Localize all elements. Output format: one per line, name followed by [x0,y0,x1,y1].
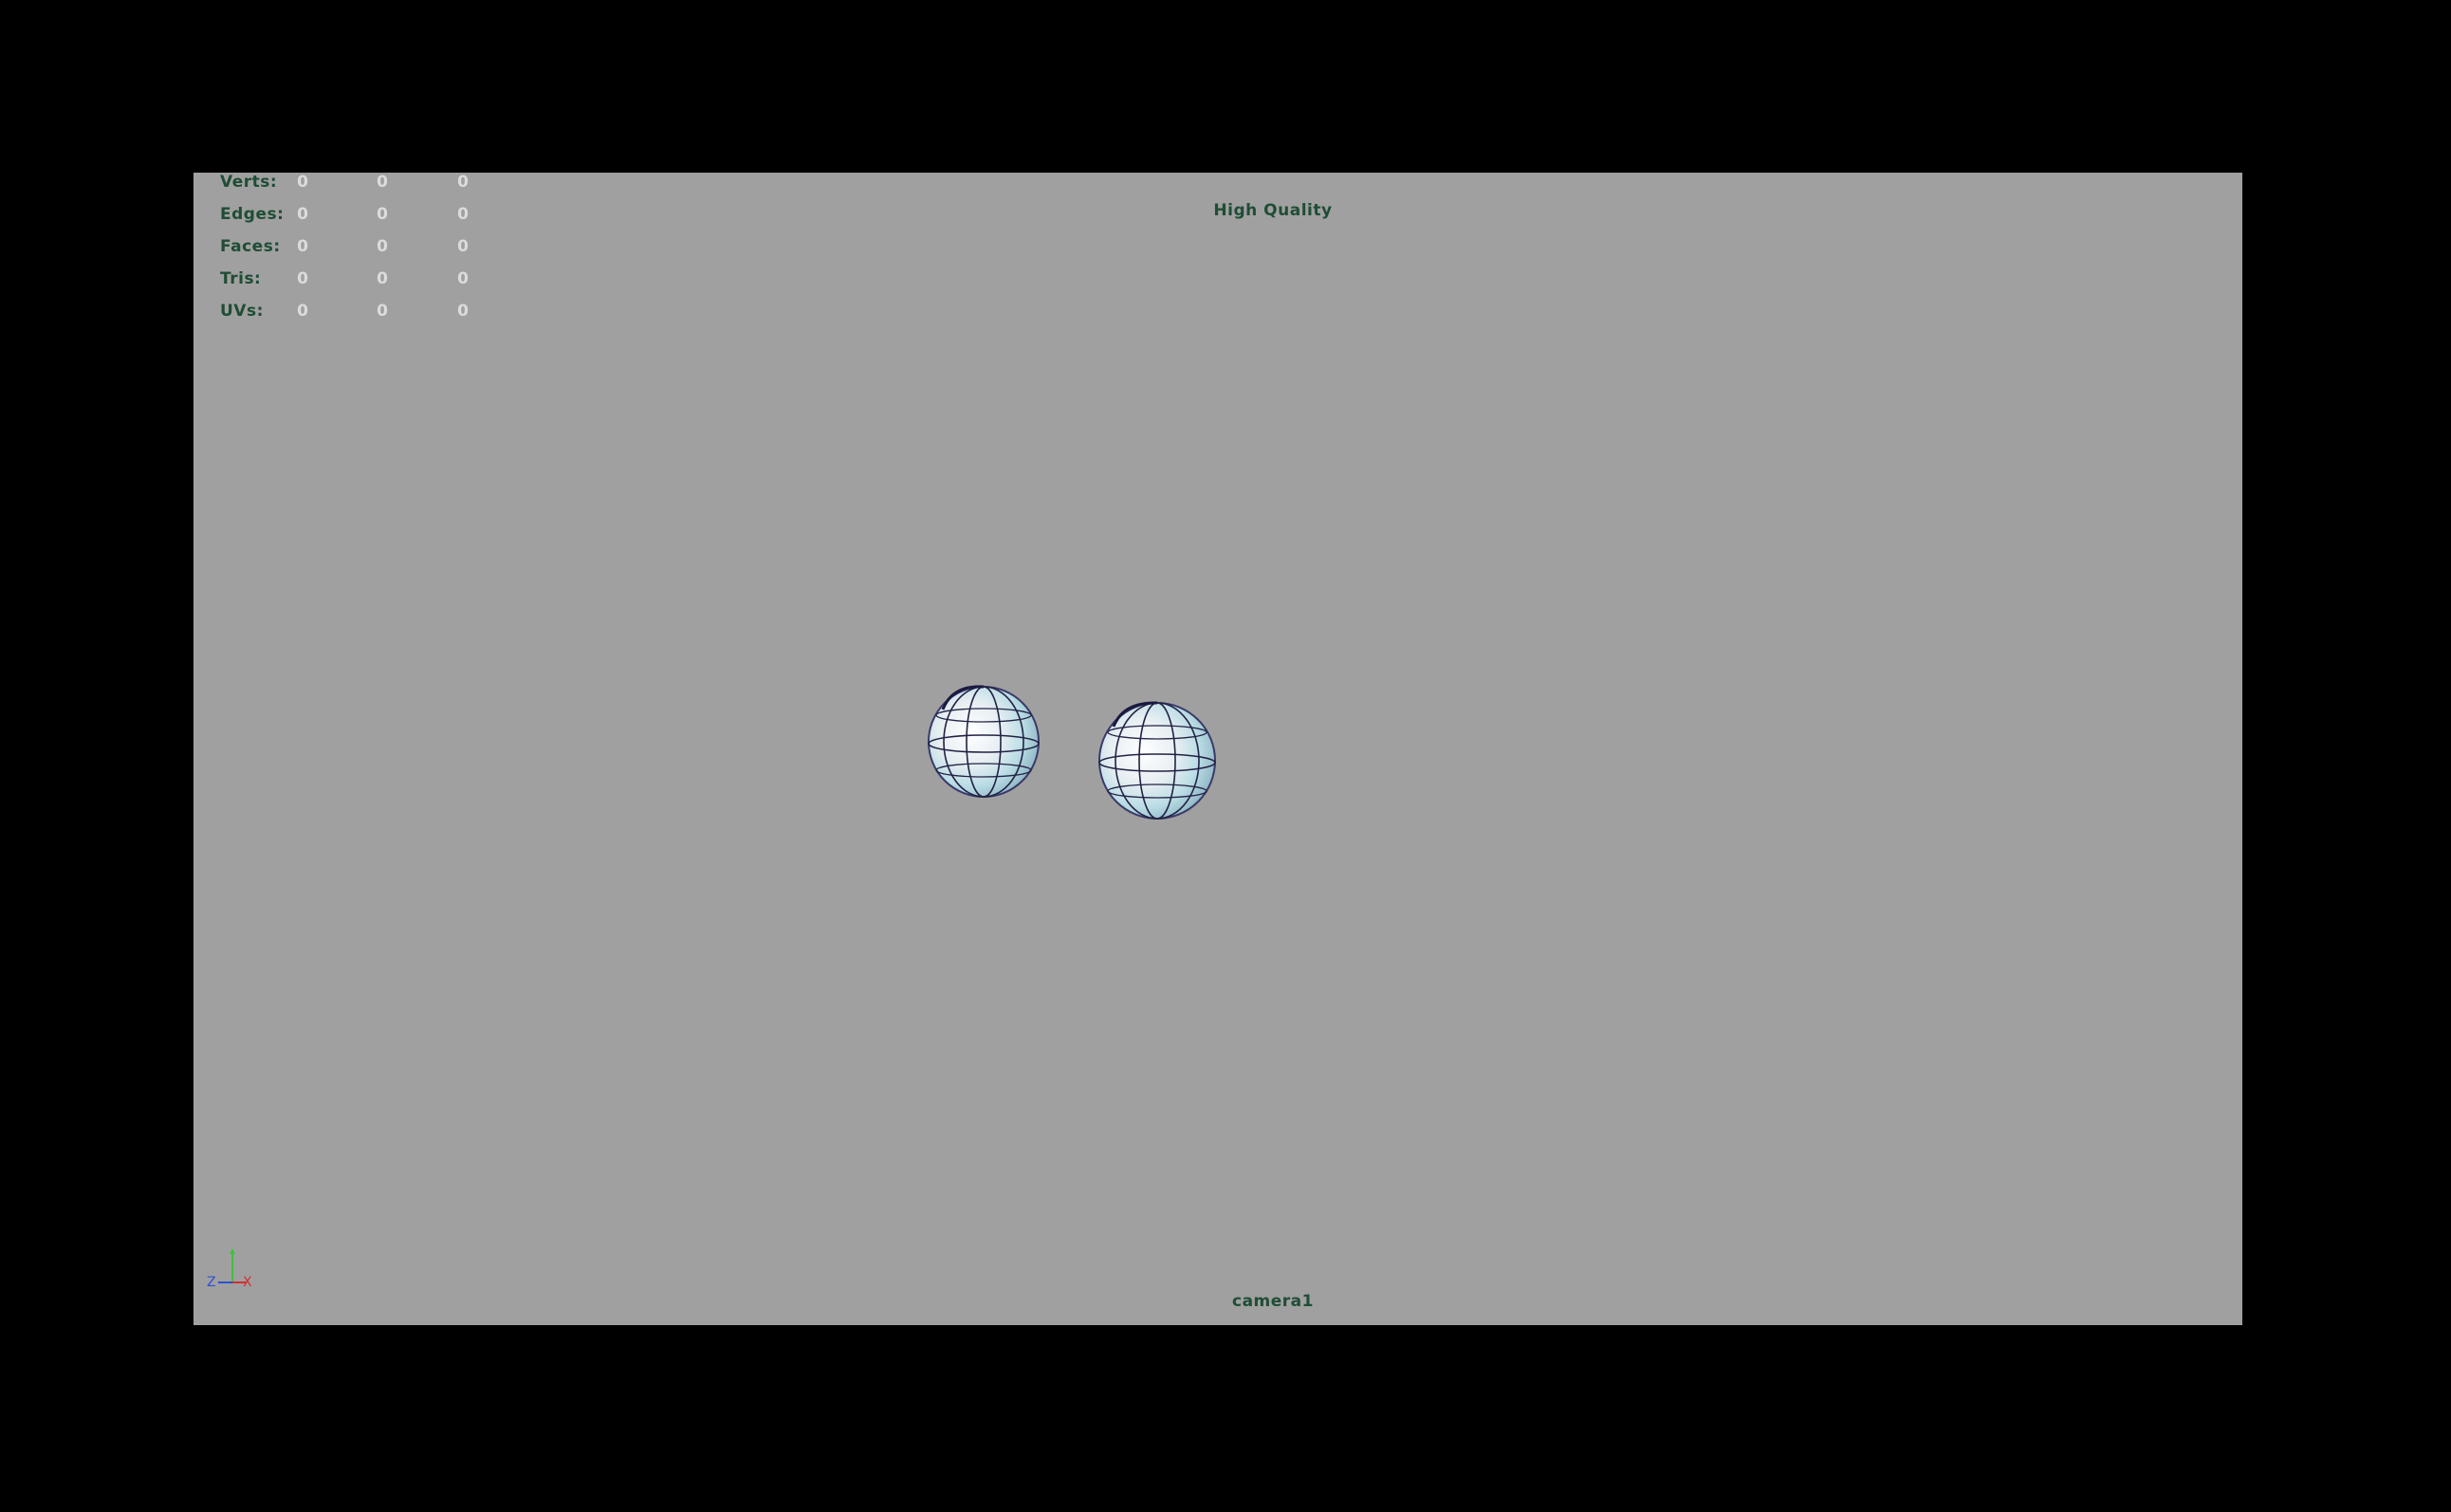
camera-name-label: camera1 [1232,1292,1314,1311]
scene-canvas[interactable] [194,173,2242,1325]
x-axis-label: X [243,1275,252,1290]
axis-gizmo-icon: Z X [207,1248,252,1290]
sphere-1[interactable] [928,685,1040,798]
y-axis-arrow [230,1248,235,1254]
3d-viewport[interactable]: Verts: 0 0 0 Edges: 0 0 0 Faces: 0 0 0 T… [194,173,2242,1325]
sphere-2[interactable] [1098,701,1216,820]
z-axis-label: Z [207,1275,216,1290]
